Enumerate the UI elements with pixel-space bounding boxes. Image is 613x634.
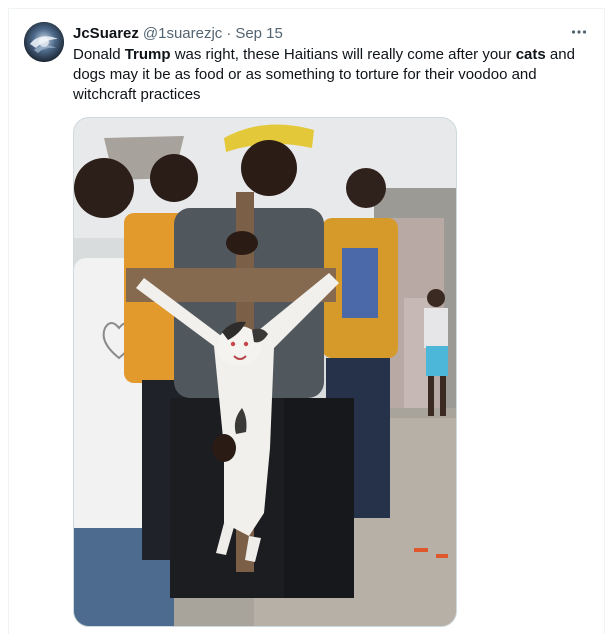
tweet-media-photo[interactable] [73,117,457,627]
tweet-text-part: was right, these Haitians will really co… [170,46,516,63]
separator-dot: · [226,24,232,42]
tweet-text-bold-cats: cats [515,46,546,63]
display-name[interactable]: JcSuarez [73,25,139,42]
tweet-text-bold-trump: Trump [124,46,171,63]
avatar-image [24,22,64,62]
tweet-date[interactable]: Sep 15 [235,25,283,42]
tweet-header: JcSuarez @1suarezjc · Sep 15 [73,23,590,43]
tweet-card[interactable]: JcSuarez @1suarezjc · Sep 15 Donald Trum… [8,8,605,634]
more-options-button[interactable] [568,21,590,43]
user-handle[interactable]: @1suarezjc [143,25,222,42]
photo-image [74,118,456,626]
avatar[interactable] [24,22,64,62]
tweet-text: Donald Trump was right, these Haitians w… [73,45,597,105]
tweet-text-part: Donald [73,46,125,63]
more-horizontal-icon [571,30,587,34]
